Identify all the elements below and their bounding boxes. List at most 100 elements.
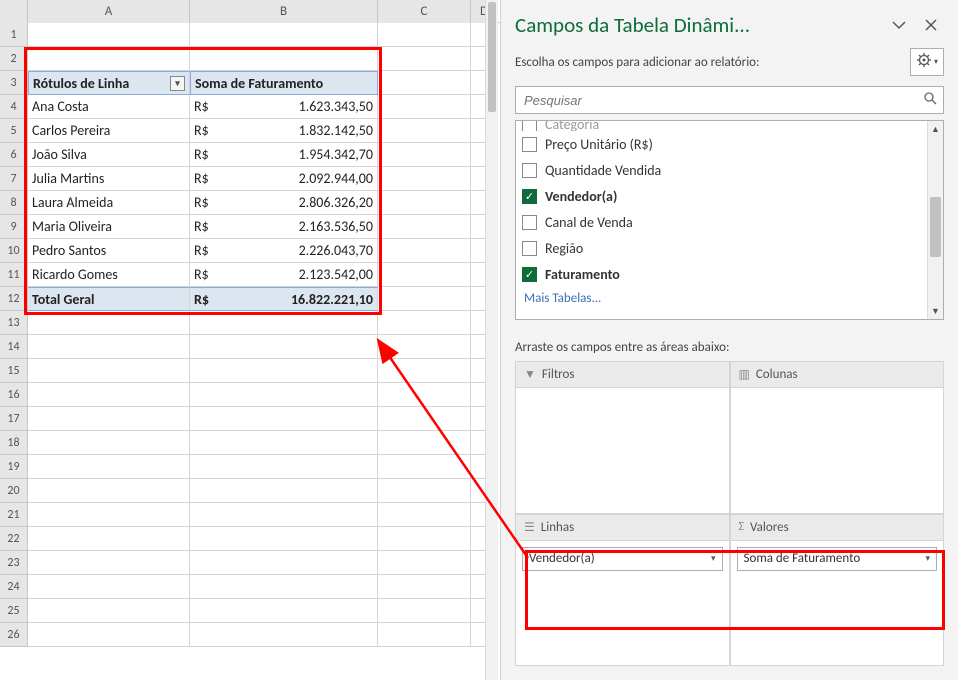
- cell[interactable]: [378, 215, 471, 239]
- filters-area[interactable]: ▼Filtros: [515, 361, 730, 514]
- cell[interactable]: [190, 431, 378, 455]
- cell[interactable]: [378, 335, 471, 359]
- scroll-up-arrow-icon[interactable]: ▲: [928, 121, 943, 137]
- cell[interactable]: [378, 23, 471, 47]
- pivot-row-label[interactable]: Julia Martins: [28, 167, 190, 191]
- row-header[interactable]: 18: [0, 431, 28, 455]
- select-all-corner[interactable]: [0, 0, 28, 23]
- rows-pill-vendedor[interactable]: Vendedor(a)▾: [522, 547, 723, 571]
- row-header[interactable]: 22: [0, 527, 28, 551]
- cell[interactable]: [28, 407, 190, 431]
- field-item[interactable]: ✓Vendedor(a): [522, 183, 921, 209]
- search-box[interactable]: [515, 86, 944, 114]
- cell[interactable]: [378, 239, 471, 263]
- row-header[interactable]: 10: [0, 239, 28, 263]
- field-item[interactable]: Região: [522, 235, 921, 261]
- cell[interactable]: [28, 527, 190, 551]
- checkbox-icon[interactable]: [522, 163, 537, 178]
- field-list-scrollbar[interactable]: ▲ ▼: [927, 121, 943, 319]
- row-header[interactable]: 2: [0, 47, 28, 71]
- cell[interactable]: [28, 455, 190, 479]
- cell[interactable]: [378, 119, 471, 143]
- row-header[interactable]: 14: [0, 335, 28, 359]
- cell[interactable]: [378, 383, 471, 407]
- row-header[interactable]: 11: [0, 263, 28, 287]
- columns-area[interactable]: ▥Colunas: [730, 361, 945, 514]
- cell[interactable]: [190, 335, 378, 359]
- cell[interactable]: [190, 359, 378, 383]
- cell[interactable]: [28, 23, 190, 47]
- layout-options-button[interactable]: ▾: [910, 48, 944, 76]
- row-header[interactable]: 9: [0, 215, 28, 239]
- cell[interactable]: [378, 551, 471, 575]
- field-item[interactable]: Preço Unitário (R$): [522, 131, 921, 157]
- pivot-row-label[interactable]: Ana Costa: [28, 95, 190, 119]
- row-header[interactable]: 3: [0, 71, 28, 95]
- pivot-row-value[interactable]: R$2.123.542,00: [190, 263, 378, 287]
- cell[interactable]: [190, 23, 378, 47]
- row-header[interactable]: 7: [0, 167, 28, 191]
- column-header-A[interactable]: A: [28, 0, 190, 23]
- cell[interactable]: [190, 383, 378, 407]
- row-header[interactable]: 20: [0, 479, 28, 503]
- cell[interactable]: [378, 623, 471, 647]
- cell[interactable]: [28, 431, 190, 455]
- pivot-row-label[interactable]: Pedro Santos: [28, 239, 190, 263]
- cell[interactable]: [28, 623, 190, 647]
- column-header-C[interactable]: C: [378, 0, 471, 23]
- cell[interactable]: [190, 551, 378, 575]
- values-pill-faturamento[interactable]: Soma de Faturamento▾: [737, 547, 938, 571]
- row-header[interactable]: 6: [0, 143, 28, 167]
- cell[interactable]: [378, 503, 471, 527]
- cell[interactable]: [378, 263, 471, 287]
- cell[interactable]: [378, 359, 471, 383]
- cell[interactable]: [28, 575, 190, 599]
- grand-total-value[interactable]: R$16.822.221,10: [190, 287, 378, 311]
- pivot-row-value[interactable]: R$2.163.536,50: [190, 215, 378, 239]
- cell[interactable]: [378, 167, 471, 191]
- cell[interactable]: [378, 575, 471, 599]
- pivot-row-label[interactable]: João Silva: [28, 143, 190, 167]
- cell[interactable]: [378, 455, 471, 479]
- row-header[interactable]: 12: [0, 287, 28, 311]
- cell[interactable]: [28, 599, 190, 623]
- field-item[interactable]: Canal de Venda: [522, 209, 921, 235]
- field-item[interactable]: ✓Faturamento: [522, 261, 921, 287]
- pivot-row-value[interactable]: R$2.806.326,20: [190, 191, 378, 215]
- field-item[interactable]: Quantidade Vendida: [522, 157, 921, 183]
- checkbox-checked-icon[interactable]: ✓: [522, 189, 537, 204]
- checkbox-checked-icon[interactable]: ✓: [522, 267, 537, 282]
- cell[interactable]: [28, 47, 190, 71]
- cell[interactable]: [190, 407, 378, 431]
- pivot-row-label[interactable]: Laura Almeida: [28, 191, 190, 215]
- column-header-B[interactable]: B: [190, 0, 378, 23]
- cell[interactable]: [190, 599, 378, 623]
- pivot-row-value[interactable]: R$1.954.342,70: [190, 143, 378, 167]
- cell[interactable]: [28, 551, 190, 575]
- more-tables-link[interactable]: Mais Tabelas...: [522, 287, 921, 308]
- grand-total-label[interactable]: Total Geral: [28, 287, 190, 311]
- checkbox-icon[interactable]: [522, 215, 537, 230]
- cell[interactable]: [28, 383, 190, 407]
- cell[interactable]: [28, 335, 190, 359]
- row-header[interactable]: 25: [0, 599, 28, 623]
- cell[interactable]: [190, 503, 378, 527]
- checkbox-icon[interactable]: [522, 121, 537, 131]
- filter-dropdown-button[interactable]: ▾: [170, 76, 185, 91]
- chevron-down-icon[interactable]: [886, 12, 912, 38]
- row-header[interactable]: 26: [0, 623, 28, 647]
- scrollbar-thumb[interactable]: [930, 197, 941, 257]
- pivot-row-value[interactable]: R$2.092.944,00: [190, 167, 378, 191]
- cell[interactable]: [378, 479, 471, 503]
- pivot-row-label[interactable]: Carlos Pereira: [28, 119, 190, 143]
- cell[interactable]: [190, 623, 378, 647]
- pivot-row-label[interactable]: Ricardo Gomes: [28, 263, 190, 287]
- sheet-vertical-scrollbar[interactable]: [485, 0, 498, 680]
- pivot-row-value[interactable]: R$2.226.043,70: [190, 239, 378, 263]
- cell[interactable]: [378, 287, 471, 311]
- cell[interactable]: [378, 71, 471, 95]
- row-header[interactable]: 13: [0, 311, 28, 335]
- search-input[interactable]: [522, 92, 923, 109]
- row-header[interactable]: 1: [0, 23, 28, 47]
- cell[interactable]: [378, 95, 471, 119]
